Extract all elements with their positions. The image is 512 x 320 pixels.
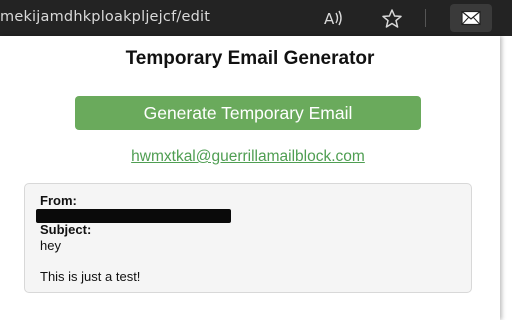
address-bar-url[interactable]: mekijamdhkploakpljejcf/edit xyxy=(0,9,210,25)
redacted-sender xyxy=(36,209,231,223)
bookmark-star-icon[interactable] xyxy=(381,8,403,28)
from-label: From: xyxy=(40,193,77,208)
subject-label: Subject: xyxy=(40,222,92,237)
message-body: This is just a test! xyxy=(40,269,141,284)
generated-email-link[interactable]: hwmxtkal@guerrillamailblock.com xyxy=(0,148,496,166)
message-box: From: Subject: hey This is just a test! xyxy=(24,183,472,293)
envelope-icon xyxy=(461,10,481,26)
extension-button[interactable] xyxy=(450,4,492,32)
subject-value: hey xyxy=(40,238,61,253)
read-aloud-icon[interactable]: A xyxy=(323,8,345,28)
background-page xyxy=(500,36,512,320)
popup-title: Temporary Email Generator xyxy=(125,48,375,69)
browser-toolbar: mekijamdhkploakpljejcf/edit A xyxy=(0,0,512,36)
svg-text:A: A xyxy=(324,10,335,26)
extension-popup: Temporary Email Generator Generate Tempo… xyxy=(0,36,500,320)
generate-email-button[interactable]: Generate Temporary Email xyxy=(75,96,421,130)
toolbar-divider xyxy=(425,9,426,27)
